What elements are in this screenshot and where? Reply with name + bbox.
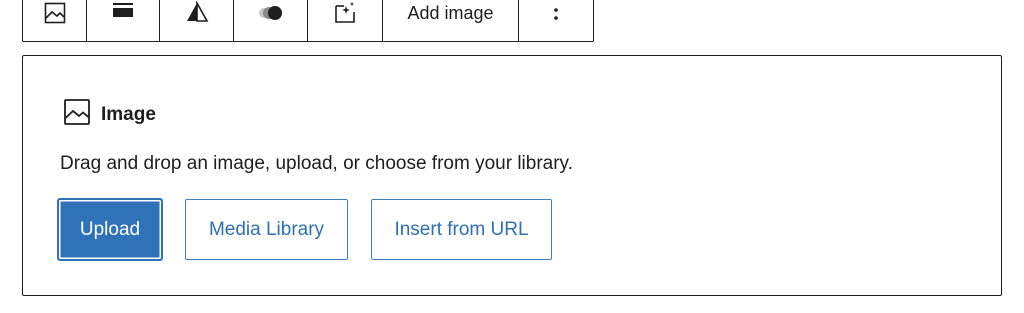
align-icon [111,3,135,25]
block-toolbar: Add image [22,0,594,42]
more-options-button[interactable] [519,0,593,41]
ai-image-button[interactable] [308,0,383,41]
insert-from-url-button[interactable]: Insert from URL [371,199,552,260]
add-image-label: Add image [407,2,494,23]
media-library-button[interactable]: Media Library [185,199,348,260]
placeholder-label: Image [63,98,156,131]
placeholder-instructions: Drag and drop an image, upload, or choos… [60,153,573,174]
block-type-button[interactable] [23,0,87,41]
flip-button[interactable] [160,0,234,41]
block-title: Image [101,103,156,125]
flip-icon [185,1,209,25]
image-placeholder-block: Image Drag and drop an image, upload, or… [22,55,1002,296]
image-icon [43,2,67,25]
placeholder-actions: Upload Media Library Insert from URL [58,199,552,260]
more-vertical-icon [553,8,559,25]
align-button[interactable] [87,0,160,41]
duotone-icon [256,6,286,25]
upload-button[interactable]: Upload [58,199,162,260]
image-icon [63,98,91,131]
editor-canvas: Add image Image Drag and drop an image, … [0,0,1024,313]
add-image-button[interactable]: Add image [383,0,519,41]
duotone-button[interactable] [234,0,308,41]
ai-image-icon [332,2,358,26]
